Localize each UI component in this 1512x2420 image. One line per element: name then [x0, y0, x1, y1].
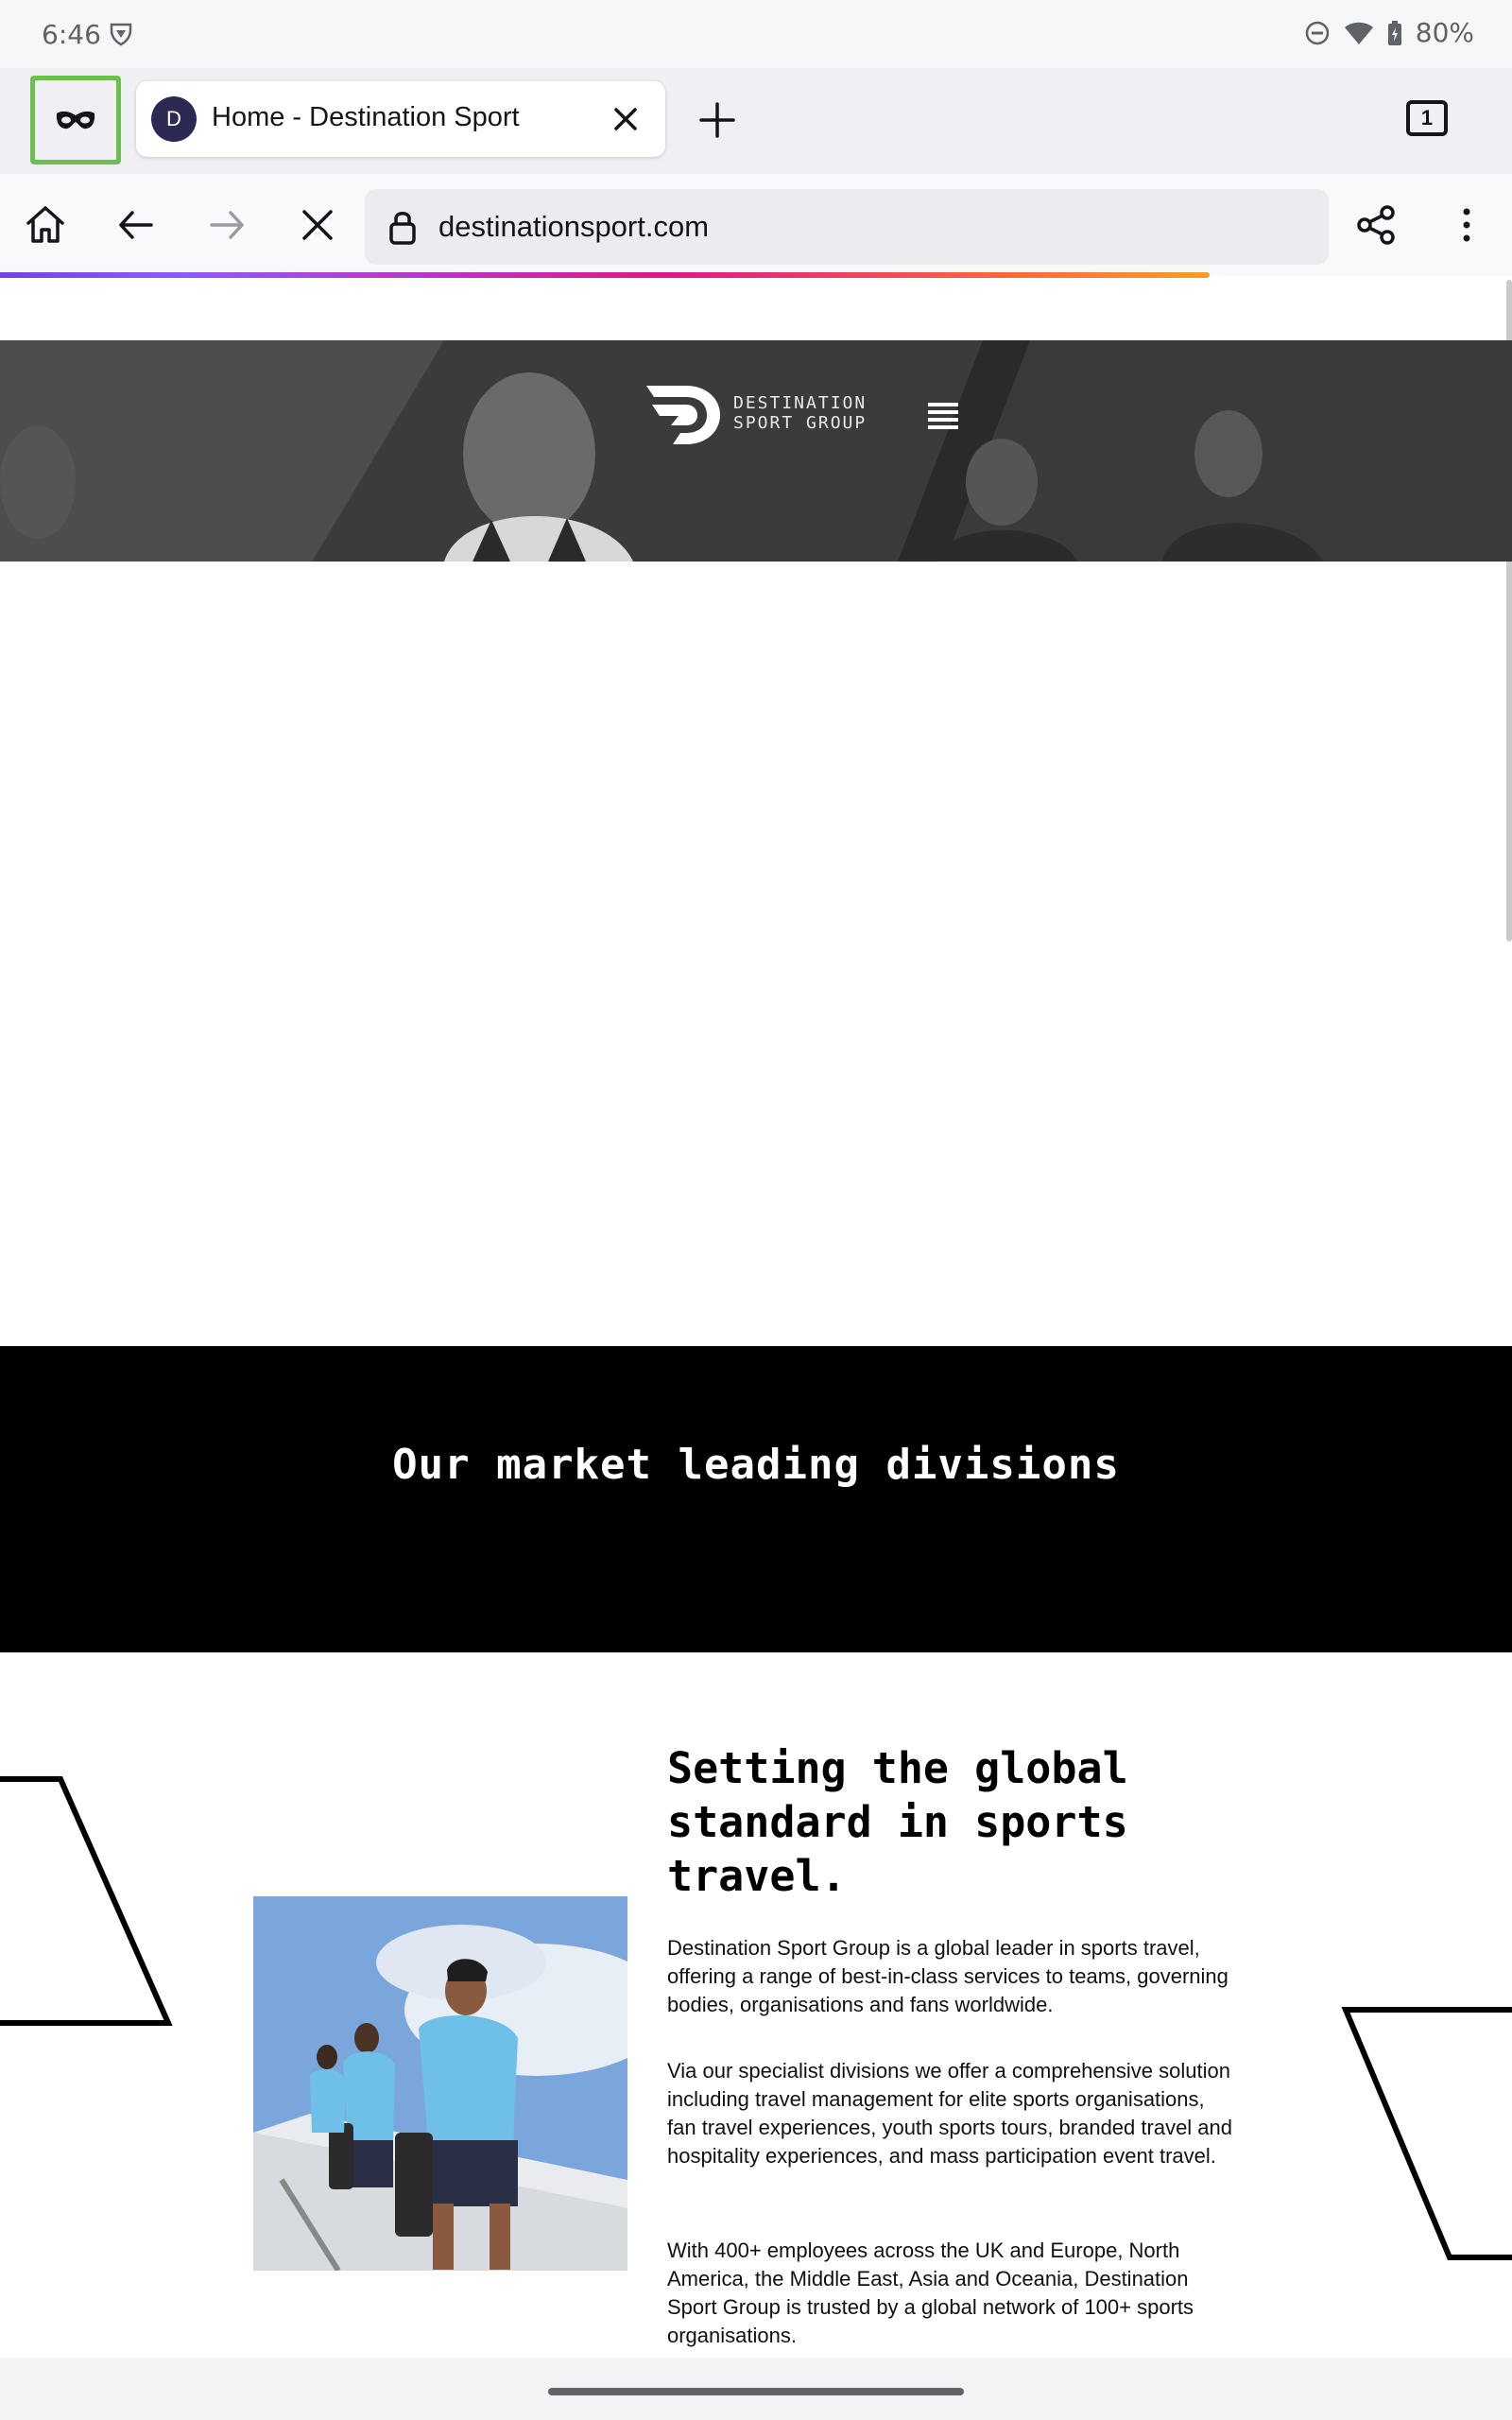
players-photo-illustration	[253, 1896, 627, 2271]
web-content[interactable]: DESTINATION SPORT GROUP Our market leadi…	[0, 280, 1512, 2358]
hamburger-menu-icon[interactable]	[928, 401, 958, 431]
page-load-progress	[0, 272, 1512, 280]
about-paragraph-3: With 400+ employees across the UK and Eu…	[667, 2238, 1194, 2347]
page-load-progress-fill	[0, 272, 1210, 278]
private-browsing-button[interactable]	[30, 76, 121, 164]
private-mask-icon	[56, 111, 95, 130]
more-vert-icon[interactable]	[1444, 202, 1489, 248]
destination-sport-logo[interactable]: DESTINATION SPORT GROUP	[639, 382, 894, 448]
tab-home-destination-sport[interactable]: D Home - Destination Sport	[136, 81, 665, 157]
logo-line-2: SPORT GROUP	[733, 413, 868, 433]
header-background-photo	[0, 340, 1512, 562]
status-time: 6:46	[42, 19, 101, 50]
browser-screen: 6:46 80% D Home - Destination Sport 1 de…	[0, 0, 1512, 2420]
status-bar: 6:46 80%	[0, 0, 1512, 68]
vpn-shield-icon	[110, 23, 132, 46]
tab-counter-button[interactable]: 1	[1406, 100, 1448, 136]
tab-strip: D Home - Destination Sport 1	[0, 68, 1512, 174]
ds-logo-mark-icon	[646, 386, 720, 444]
battery-percent: 80%	[1415, 17, 1474, 48]
home-icon[interactable]	[23, 202, 68, 248]
tab-favicon: D	[151, 96, 197, 142]
stop-loading-icon[interactable]	[295, 202, 340, 248]
home-gesture-handle[interactable]	[548, 2388, 964, 2395]
back-arrow-icon[interactable]	[113, 202, 159, 248]
system-navigation-bar	[0, 2358, 1512, 2420]
forward-arrow-icon	[210, 211, 244, 239]
team-disembarking-photo	[253, 1896, 627, 2271]
about-heading: Setting the global standard in sports tr…	[667, 1743, 1128, 1901]
browser-toolbar: destinationsport.com	[0, 174, 1512, 276]
site-header-banner: DESTINATION SPORT GROUP	[0, 340, 1512, 562]
about-section: Setting the global standard in sports tr…	[0, 1652, 1512, 2358]
wifi-icon	[1344, 22, 1373, 44]
about-paragraph-1: Destination Sport Group is a global lead…	[667, 1936, 1228, 2016]
tab-title: Home - Destination Sport	[212, 102, 520, 132]
lock-icon[interactable]	[384, 208, 421, 246]
logo-wordmark: DESTINATION SPORT GROUP	[733, 393, 867, 433]
logo-line-1: DESTINATION	[733, 393, 868, 413]
about-paragraph-2: Via our specialist divisions we offer a …	[667, 2059, 1233, 2168]
battery-icon	[1387, 20, 1401, 45]
close-tab-icon[interactable]	[607, 100, 644, 138]
do-not-disturb-icon	[1305, 21, 1330, 44]
url-text[interactable]: destinationsport.com	[438, 210, 709, 244]
share-icon[interactable]	[1353, 202, 1399, 248]
status-icons: 80%	[1304, 17, 1474, 48]
url-bar[interactable]: destinationsport.com	[365, 189, 1329, 265]
new-tab-icon[interactable]	[694, 96, 741, 144]
divisions-title: Our market leading divisions	[392, 1441, 1120, 1489]
divisions-section: Our market leading divisions	[0, 1346, 1512, 1652]
